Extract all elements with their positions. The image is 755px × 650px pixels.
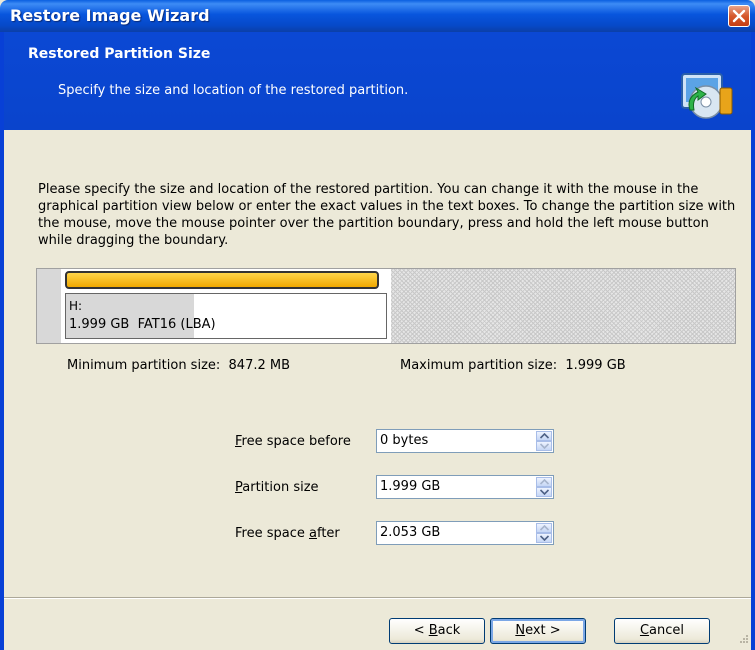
- mnemonic: C: [639, 623, 650, 638]
- partition-size-value: 1.999 GB: [380, 479, 441, 494]
- spin-up-button[interactable]: [536, 523, 552, 533]
- unallocated-before: [37, 269, 61, 343]
- title-bar[interactable]: Restore Image Wizard: [0, 0, 755, 32]
- spin-down-button[interactable]: [536, 441, 552, 451]
- partition-size-input[interactable]: 1.999 GB: [376, 475, 554, 499]
- window-title: Restore Image Wizard: [10, 6, 210, 25]
- header-title: Restored Partition Size: [28, 46, 211, 62]
- partition-selection[interactable]: H: 1.999 GB FAT16 (LBA): [65, 293, 387, 339]
- arrow-down-icon: [540, 443, 549, 449]
- cancel-button[interactable]: Cancel: [614, 618, 710, 644]
- label-text: ancel: [649, 623, 685, 638]
- spin-down-button[interactable]: [536, 533, 552, 543]
- free-space-before-label: Free space before: [235, 434, 351, 449]
- free-space-after-value: 2.053 GB: [380, 525, 441, 540]
- free-space-before-spinner[interactable]: [536, 431, 552, 451]
- instructions-text: Please specify the size and location of …: [38, 182, 736, 248]
- spin-down-button[interactable]: [536, 487, 552, 497]
- label-text: <: [413, 623, 429, 638]
- partition-block[interactable]: H: 1.999 GB FAT16 (LBA): [61, 269, 391, 343]
- partition-view[interactable]: H: 1.999 GB FAT16 (LBA): [36, 268, 736, 344]
- partition-size-spinner[interactable]: [536, 477, 552, 497]
- header-subtitle: Specify the size and location of the res…: [58, 83, 409, 98]
- arrow-up-icon: [540, 479, 549, 485]
- button-separator: [4, 597, 751, 599]
- arrow-up-icon: [540, 525, 549, 531]
- unallocated-after: [391, 269, 735, 343]
- spin-up-button[interactable]: [536, 477, 552, 487]
- close-icon: [732, 9, 746, 23]
- label-text: fter: [316, 526, 340, 541]
- mnemonic: a: [309, 526, 317, 541]
- label-text: ree space before: [241, 434, 351, 449]
- free-space-before-value: 0 bytes: [380, 433, 429, 448]
- free-space-after-label: Free space after: [235, 526, 340, 541]
- next-button[interactable]: Next >: [490, 618, 586, 644]
- maximum-size-label: Maximum partition size: 1.999 GB: [400, 358, 626, 373]
- free-space-before-input[interactable]: 0 bytes: [376, 429, 554, 453]
- label-text: artition size: [242, 480, 319, 495]
- mnemonic: N: [515, 623, 526, 638]
- partition-size-bar[interactable]: [65, 271, 379, 289]
- label-text: ext >: [525, 623, 561, 638]
- wizard-restore-icon: [681, 73, 733, 119]
- free-space-after-spinner[interactable]: [536, 523, 552, 543]
- arrow-down-icon: [540, 535, 549, 541]
- resize-grip-icon[interactable]: [735, 632, 749, 646]
- free-space-after-input[interactable]: 2.053 GB: [376, 521, 554, 545]
- label-text: ack: [437, 623, 461, 638]
- window-frame-right: [751, 32, 755, 650]
- label-text: Free space: [235, 526, 309, 541]
- partition-size-label: Partition size: [235, 480, 319, 495]
- close-button[interactable]: [728, 5, 750, 27]
- back-button[interactable]: < Back: [389, 618, 485, 644]
- spin-up-button[interactable]: [536, 431, 552, 441]
- minimum-size-label: Minimum partition size: 847.2 MB: [67, 358, 291, 373]
- arrow-up-icon: [540, 433, 549, 439]
- arrow-down-icon: [540, 489, 549, 495]
- mnemonic: B: [428, 623, 438, 638]
- partition-drive-letter: H:: [69, 299, 83, 313]
- partition-details: 1.999 GB FAT16 (LBA): [69, 317, 216, 332]
